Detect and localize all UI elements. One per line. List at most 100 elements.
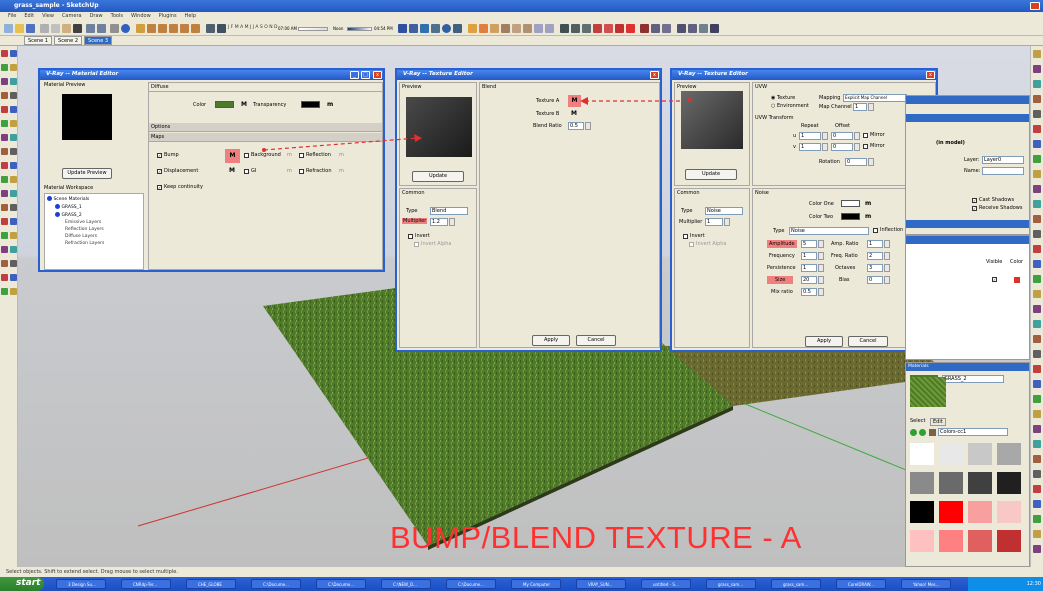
texture-b-button[interactable]: M (571, 110, 577, 117)
invert-checkbox[interactable] (683, 234, 688, 239)
shadow-months[interactable]: J F M A M J J A S O N D (228, 25, 277, 30)
undo-icon[interactable] (86, 24, 95, 33)
tool-icon[interactable] (1033, 305, 1041, 313)
tool-icon[interactable] (1033, 230, 1041, 238)
tool-icon[interactable] (10, 162, 17, 169)
front-view-icon[interactable] (158, 24, 167, 33)
start-button[interactable]: start (0, 577, 44, 591)
amplitude-input[interactable]: 5 (801, 240, 817, 248)
rotation-input[interactable]: 0 (845, 158, 867, 166)
tool-icon[interactable] (10, 176, 17, 183)
time-slider-2[interactable] (347, 27, 372, 31)
u-offset-spinner[interactable] (854, 132, 860, 140)
environment-radio[interactable]: ○ Environment (771, 103, 809, 109)
size-input[interactable]: 20 (801, 276, 817, 284)
tool-icon[interactable] (1033, 185, 1041, 193)
cancel-button[interactable]: Cancel (576, 335, 616, 346)
tool-icon[interactable] (1033, 425, 1041, 433)
layer-color-swatch[interactable] (1014, 277, 1020, 283)
redo-icon[interactable] (97, 24, 106, 33)
refraction-checkbox[interactable] (299, 169, 304, 174)
new-icon[interactable] (4, 24, 13, 33)
mix-ratio-input[interactable]: 0.5 (801, 288, 817, 296)
palette-swatch[interactable] (910, 472, 934, 494)
menu-help[interactable]: Help (185, 13, 196, 19)
cut-icon[interactable] (40, 24, 49, 33)
menu-plugins[interactable]: Plugins (159, 13, 177, 19)
taskbar-button[interactable]: C:\Docume... (316, 579, 366, 589)
vray-render-icon[interactable] (398, 24, 407, 33)
type-select[interactable]: Noise (705, 207, 743, 215)
receive-shadows-checkbox[interactable]: ✓ (972, 206, 977, 211)
close-icon[interactable]: x (650, 71, 659, 79)
background-map-button[interactable]: m (287, 152, 292, 158)
tool-icon[interactable] (10, 120, 17, 127)
update-button[interactable]: Update (412, 171, 464, 182)
scene-tab-2[interactable]: Scene 2 (54, 36, 83, 45)
tool-icon[interactable] (10, 134, 17, 141)
tool-icon[interactable] (1033, 215, 1041, 223)
zoom-window-icon[interactable] (512, 24, 521, 33)
warehouse-icon[interactable] (688, 24, 697, 33)
palette-swatch[interactable] (939, 472, 963, 494)
vray-sphere-icon[interactable] (442, 24, 451, 33)
taskbar-button[interactable]: Yahoo! Mes... (901, 579, 951, 589)
tool-icon[interactable] (10, 106, 17, 113)
shaded-icon[interactable] (593, 24, 602, 33)
tool-icon[interactable] (10, 274, 17, 281)
collection-select[interactable]: Colors-cc1 (938, 428, 1008, 436)
orbit-icon[interactable] (479, 24, 488, 33)
close-icon[interactable] (1030, 2, 1040, 10)
palette-swatch[interactable] (997, 472, 1021, 494)
forward-icon[interactable] (919, 429, 926, 436)
keep-continuity-checkbox[interactable]: ✓ (157, 185, 162, 190)
tool-icon[interactable] (1, 176, 8, 183)
displacement-checkbox[interactable]: ✓ (157, 169, 162, 174)
multiplier-input[interactable]: 1.2 (430, 218, 448, 226)
close-icon[interactable]: x (373, 71, 382, 79)
taskbar-button[interactable]: 3 Design Su... (56, 579, 106, 589)
rotation-spinner[interactable] (868, 158, 874, 166)
v-repeat-input[interactable]: 1 (799, 143, 821, 151)
palette-swatch[interactable] (997, 443, 1021, 465)
tool-icon[interactable] (1, 78, 8, 85)
multiplier-spinner[interactable] (449, 218, 455, 226)
walk-icon[interactable] (651, 24, 660, 33)
palette-swatch[interactable] (968, 472, 992, 494)
gi-checkbox[interactable] (244, 169, 249, 174)
tool-icon[interactable] (10, 204, 17, 211)
delete-icon[interactable] (73, 24, 82, 33)
menu-view[interactable]: View (42, 13, 54, 19)
tool-icon[interactable] (10, 50, 17, 57)
taskbar-button[interactable]: grass_sam... (706, 579, 756, 589)
map-channel-input[interactable]: 1 (853, 103, 867, 111)
tool-icon[interactable] (1033, 275, 1041, 283)
left-view-icon[interactable] (191, 24, 200, 33)
tool-icon[interactable] (10, 64, 17, 71)
tool-icon[interactable] (1033, 380, 1041, 388)
tool-icon[interactable] (1, 92, 8, 99)
type-select[interactable]: Blend (430, 207, 468, 215)
tree-grass-2[interactable]: GRASS_2 (55, 212, 82, 218)
color-one-swatch[interactable] (841, 200, 860, 207)
next-view-icon[interactable] (545, 24, 554, 33)
transparency-swatch[interactable] (301, 101, 320, 108)
tool-icon[interactable] (1033, 485, 1041, 493)
tree-reflection[interactable]: Reflection Layers (65, 227, 104, 232)
transparency-map-button[interactable]: m (327, 101, 333, 108)
tool-icon[interactable] (1, 218, 8, 225)
time-slider[interactable] (298, 27, 328, 31)
tool-icon[interactable] (1033, 290, 1041, 298)
invert-checkbox[interactable] (408, 234, 413, 239)
tool-icon[interactable] (1033, 125, 1041, 133)
tool-icon[interactable] (1033, 95, 1041, 103)
tool-icon[interactable] (1033, 530, 1041, 538)
tool-icon[interactable] (1033, 260, 1041, 268)
tool-icon[interactable] (1, 246, 8, 253)
maximize-icon[interactable]: □ (361, 71, 370, 79)
zoom-icon[interactable] (501, 24, 510, 33)
right-view-icon[interactable] (169, 24, 178, 33)
tool-icon[interactable] (1033, 65, 1041, 73)
vray-light-icon[interactable] (431, 24, 440, 33)
diffuse-map-button[interactable]: M (241, 101, 247, 108)
